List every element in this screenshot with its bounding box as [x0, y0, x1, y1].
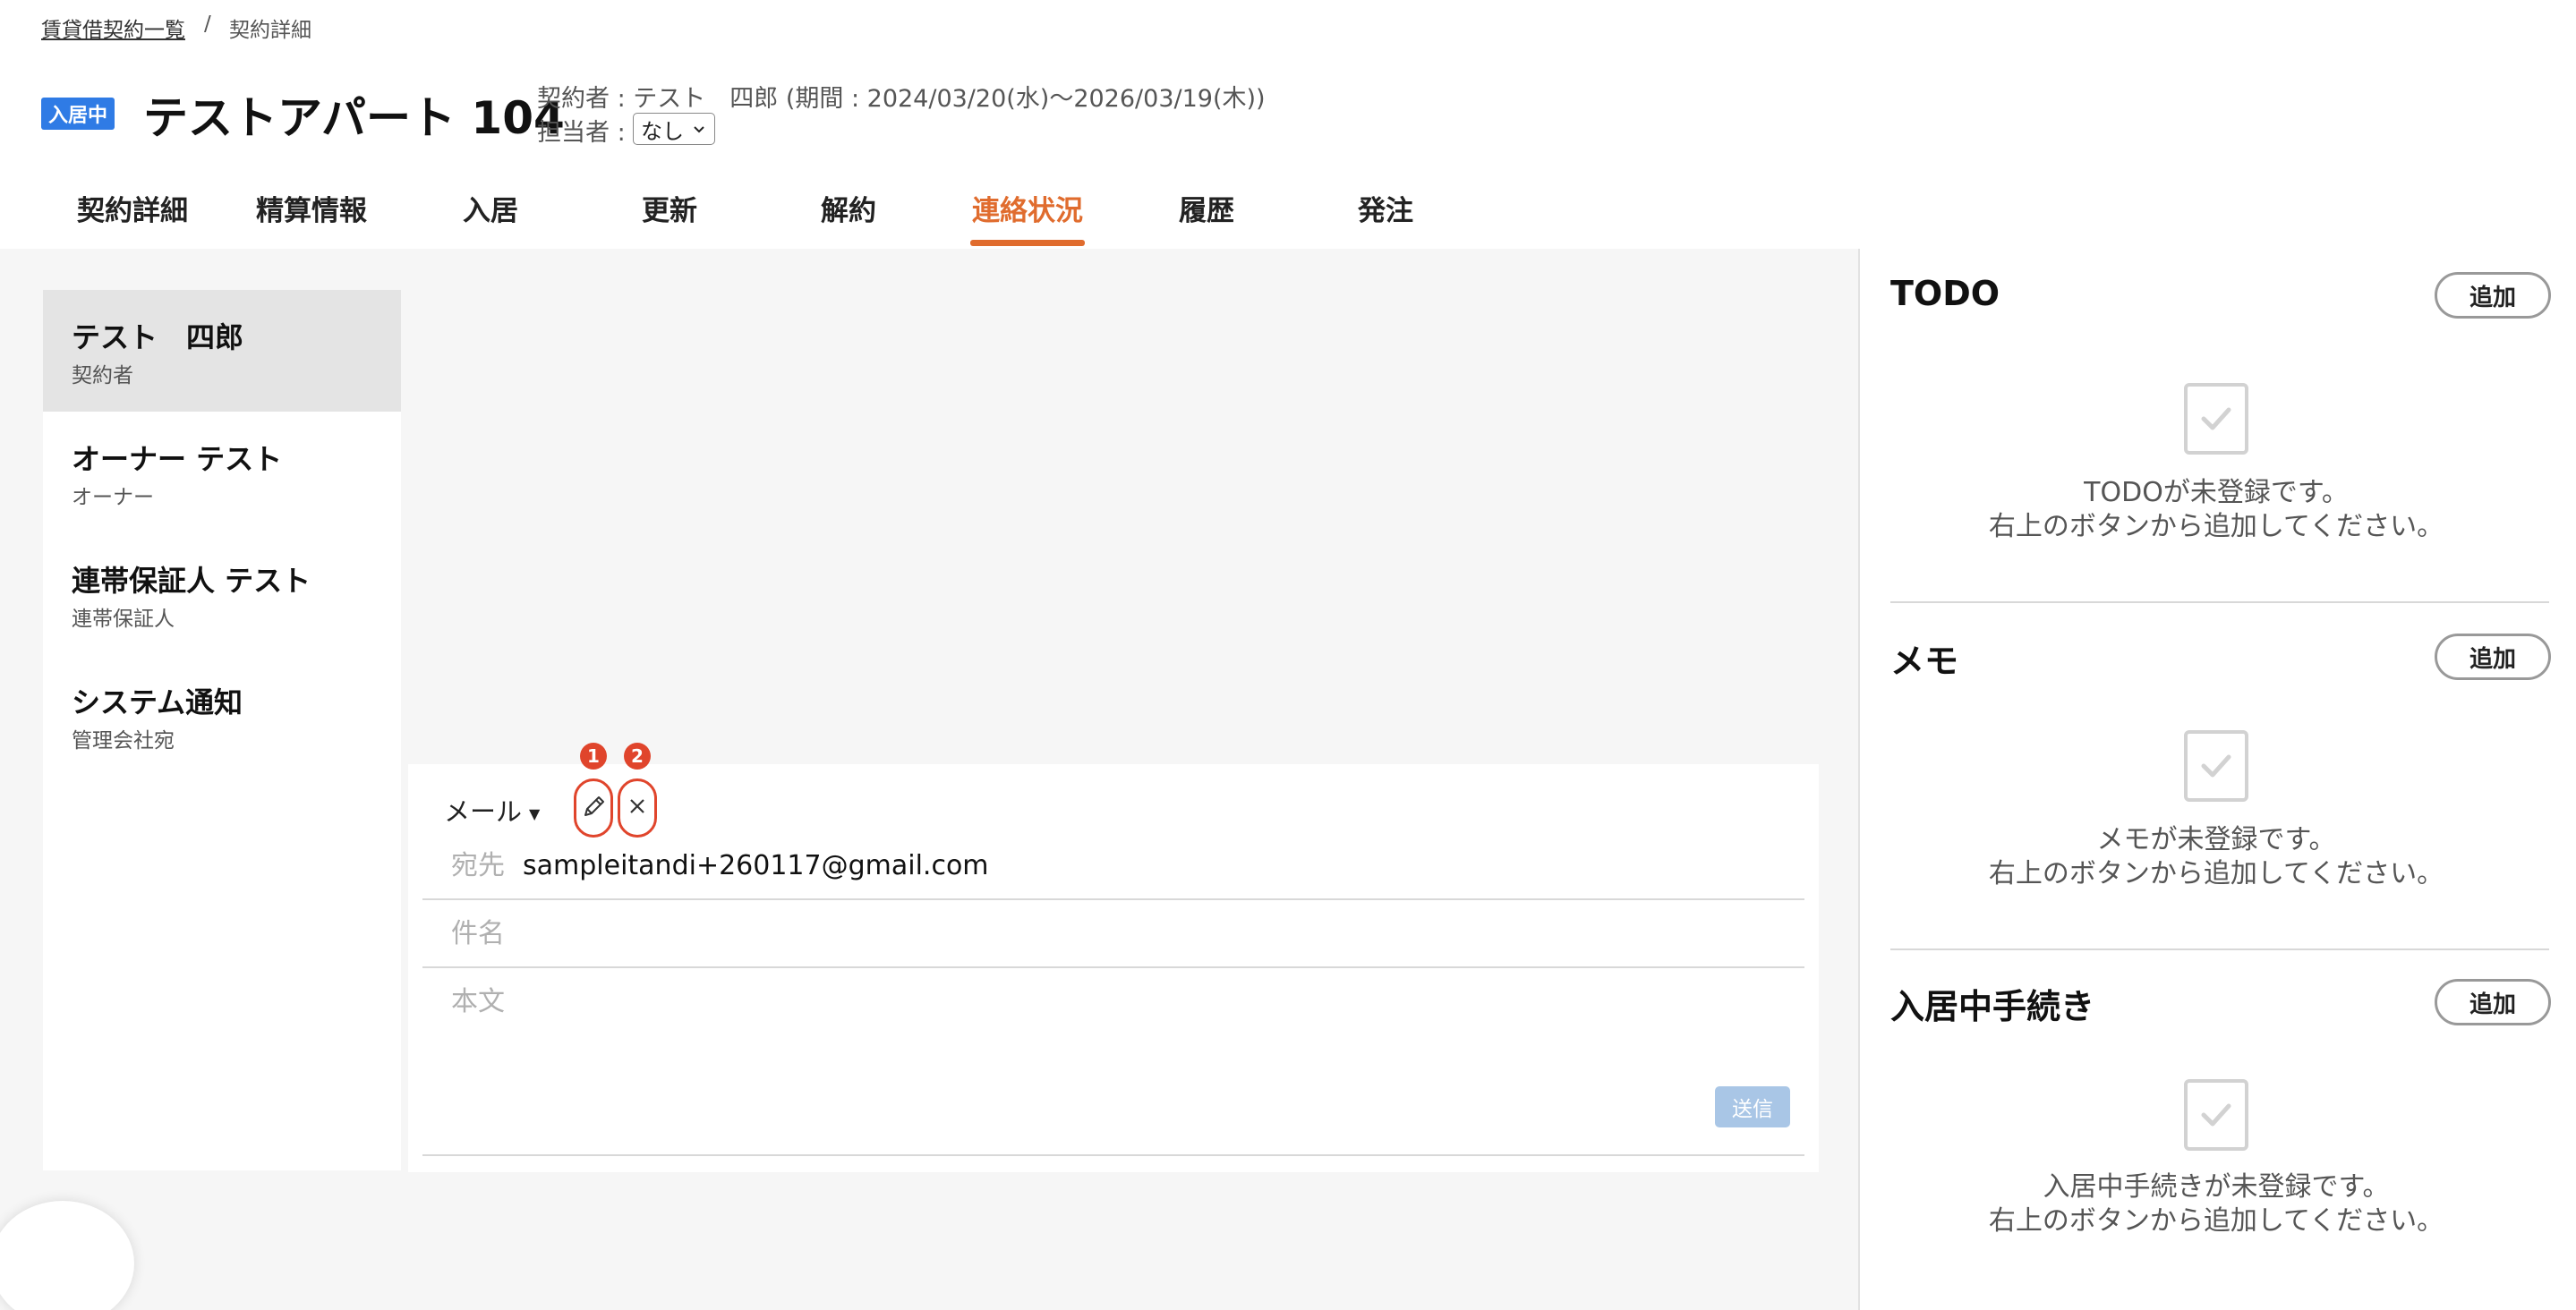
status-badge: 入居中 [41, 98, 115, 130]
breadcrumb-separator: / [204, 13, 211, 36]
send-button[interactable]: 送信 [1715, 1086, 1790, 1127]
todo-add-button[interactable]: 追加 [2435, 272, 2551, 319]
annotation-badge-1: 1 [580, 743, 607, 770]
close-icon [627, 795, 648, 821]
subject-field[interactable]: 件名 [451, 911, 505, 950]
tab-history[interactable]: 履歴 [1117, 188, 1296, 247]
side-panel-divider [1890, 948, 2549, 950]
contact-item-guarantor[interactable]: 連帯保証人 テスト 連帯保証人 [43, 533, 401, 655]
tab-move-in[interactable]: 入居 [401, 188, 580, 247]
contact-name: テスト 四郎 [72, 320, 244, 354]
contact-role: 管理会社宛 [72, 729, 175, 753]
contact-role: オーナー [72, 486, 154, 509]
breadcrumb-current: 契約詳細 [229, 19, 311, 42]
message-thread[interactable] [408, 290, 1819, 764]
contact-item-contractor[interactable]: テスト 四郎 契約者 [43, 290, 401, 412]
tab-contact-status[interactable]: 連絡状況 [938, 188, 1117, 247]
empty-checkbox-icon [2184, 730, 2248, 802]
tab-settlement[interactable]: 精算情報 [222, 188, 401, 247]
tab-cancellation[interactable]: 解約 [759, 188, 938, 247]
contract-info: 契約者 : テスト 四郎 (期間 : 2024/03/20(水)〜2026/03… [537, 85, 1266, 113]
active-tab-indicator [970, 240, 1085, 246]
todo-panel-title: TODO [1890, 274, 2000, 313]
empty-checkbox-icon [2184, 1079, 2248, 1151]
contact-item-system-notice[interactable]: システム通知 管理会社宛 [43, 655, 401, 777]
caret-down-icon: ▼ [529, 804, 541, 822]
contact-role: 連帯保証人 [72, 608, 175, 631]
contact-name: システム通知 [72, 685, 243, 719]
memo-empty-line-1: メモが未登録です。 [2096, 824, 2336, 855]
compose-bottom-divider [422, 1154, 1804, 1156]
body-field[interactable]: 本文 [451, 979, 505, 1018]
tab-renewal[interactable]: 更新 [580, 188, 759, 247]
annotation-badge-2: 2 [624, 743, 651, 770]
assignee-select[interactable]: なし [633, 113, 715, 145]
edit-template-button[interactable] [574, 778, 613, 838]
empty-checkbox-icon [2184, 383, 2248, 455]
memo-panel-title: メモ [1890, 642, 1959, 681]
procedures-empty-line-1: 入居中手続きが未登録です。 [2043, 1171, 2390, 1203]
assignee-select-value: なし [641, 118, 684, 144]
subject-divider [422, 966, 1804, 968]
page-title: テストアパート 104 [143, 92, 565, 144]
memo-empty-line-2: 右上のボタンから追加してください。 [1988, 858, 2444, 889]
side-panel-divider [1890, 601, 2549, 603]
todo-empty-line-1: TODOが未登録です。 [2084, 477, 2349, 508]
contact-name: 連帯保証人 テスト [72, 564, 311, 598]
memo-add-button[interactable]: 追加 [2435, 634, 2551, 680]
channel-select-value: メール [444, 796, 523, 827]
todo-empty-line-2: 右上のボタンから追加してください。 [1988, 511, 2444, 542]
channel-select[interactable]: メール ▼ [444, 791, 540, 829]
procedures-panel-title: 入居中手続き [1890, 987, 2095, 1026]
breadcrumb-contract-list-link[interactable]: 賃貸借契約一覧 [41, 13, 185, 43]
contact-name: オーナー テスト [72, 442, 283, 476]
pencil-icon [581, 793, 606, 823]
tab-contract-details[interactable]: 契約詳細 [43, 188, 222, 247]
procedures-add-button[interactable]: 追加 [2435, 979, 2551, 1025]
clear-template-button[interactable] [618, 778, 657, 838]
assignee-label: 担当者 : [537, 119, 626, 147]
tab-order[interactable]: 発注 [1296, 188, 1475, 247]
contact-role: 契約者 [72, 364, 133, 387]
to-label: 宛先 [451, 850, 505, 881]
chevron-down-icon [693, 120, 705, 139]
contact-item-owner[interactable]: オーナー テスト オーナー [43, 412, 401, 533]
to-field[interactable]: sampleitandi+260117@gmail.com [523, 850, 989, 881]
procedures-empty-line-2: 右上のボタンから追加してください。 [1988, 1205, 2444, 1237]
to-divider [422, 898, 1804, 900]
